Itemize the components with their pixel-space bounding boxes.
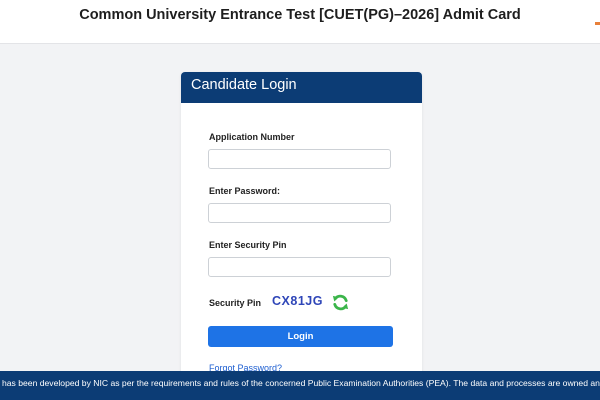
refresh-icon[interactable] xyxy=(331,293,350,312)
captcha-code: CX81JG xyxy=(272,294,323,308)
header-edge-accent xyxy=(595,22,600,25)
application-number-label: Application Number xyxy=(209,132,295,142)
login-card-title: Candidate Login xyxy=(181,72,422,103)
captcha-label: Security Pin xyxy=(209,298,262,308)
page: Common University Entrance Test [CUET(PG… xyxy=(0,0,600,400)
password-label: Enter Password: xyxy=(209,186,281,196)
page-title: Common University Entrance Test [CUET(PG… xyxy=(79,7,521,23)
refresh-icon-graphic xyxy=(332,294,349,311)
application-number-input[interactable] xyxy=(208,149,391,169)
footer-disclaimer: has been developed by NIC as per the req… xyxy=(2,378,600,388)
footer: has been developed by NIC as per the req… xyxy=(0,371,600,400)
security-pin-input[interactable] xyxy=(208,257,391,277)
login-card: Candidate Login Application Number Enter… xyxy=(181,72,422,392)
security-pin-input-label: Enter Security Pin xyxy=(209,240,287,250)
login-button[interactable]: Login xyxy=(208,326,393,347)
password-input[interactable] xyxy=(208,203,391,223)
header: Common University Entrance Test [CUET(PG… xyxy=(0,0,600,44)
